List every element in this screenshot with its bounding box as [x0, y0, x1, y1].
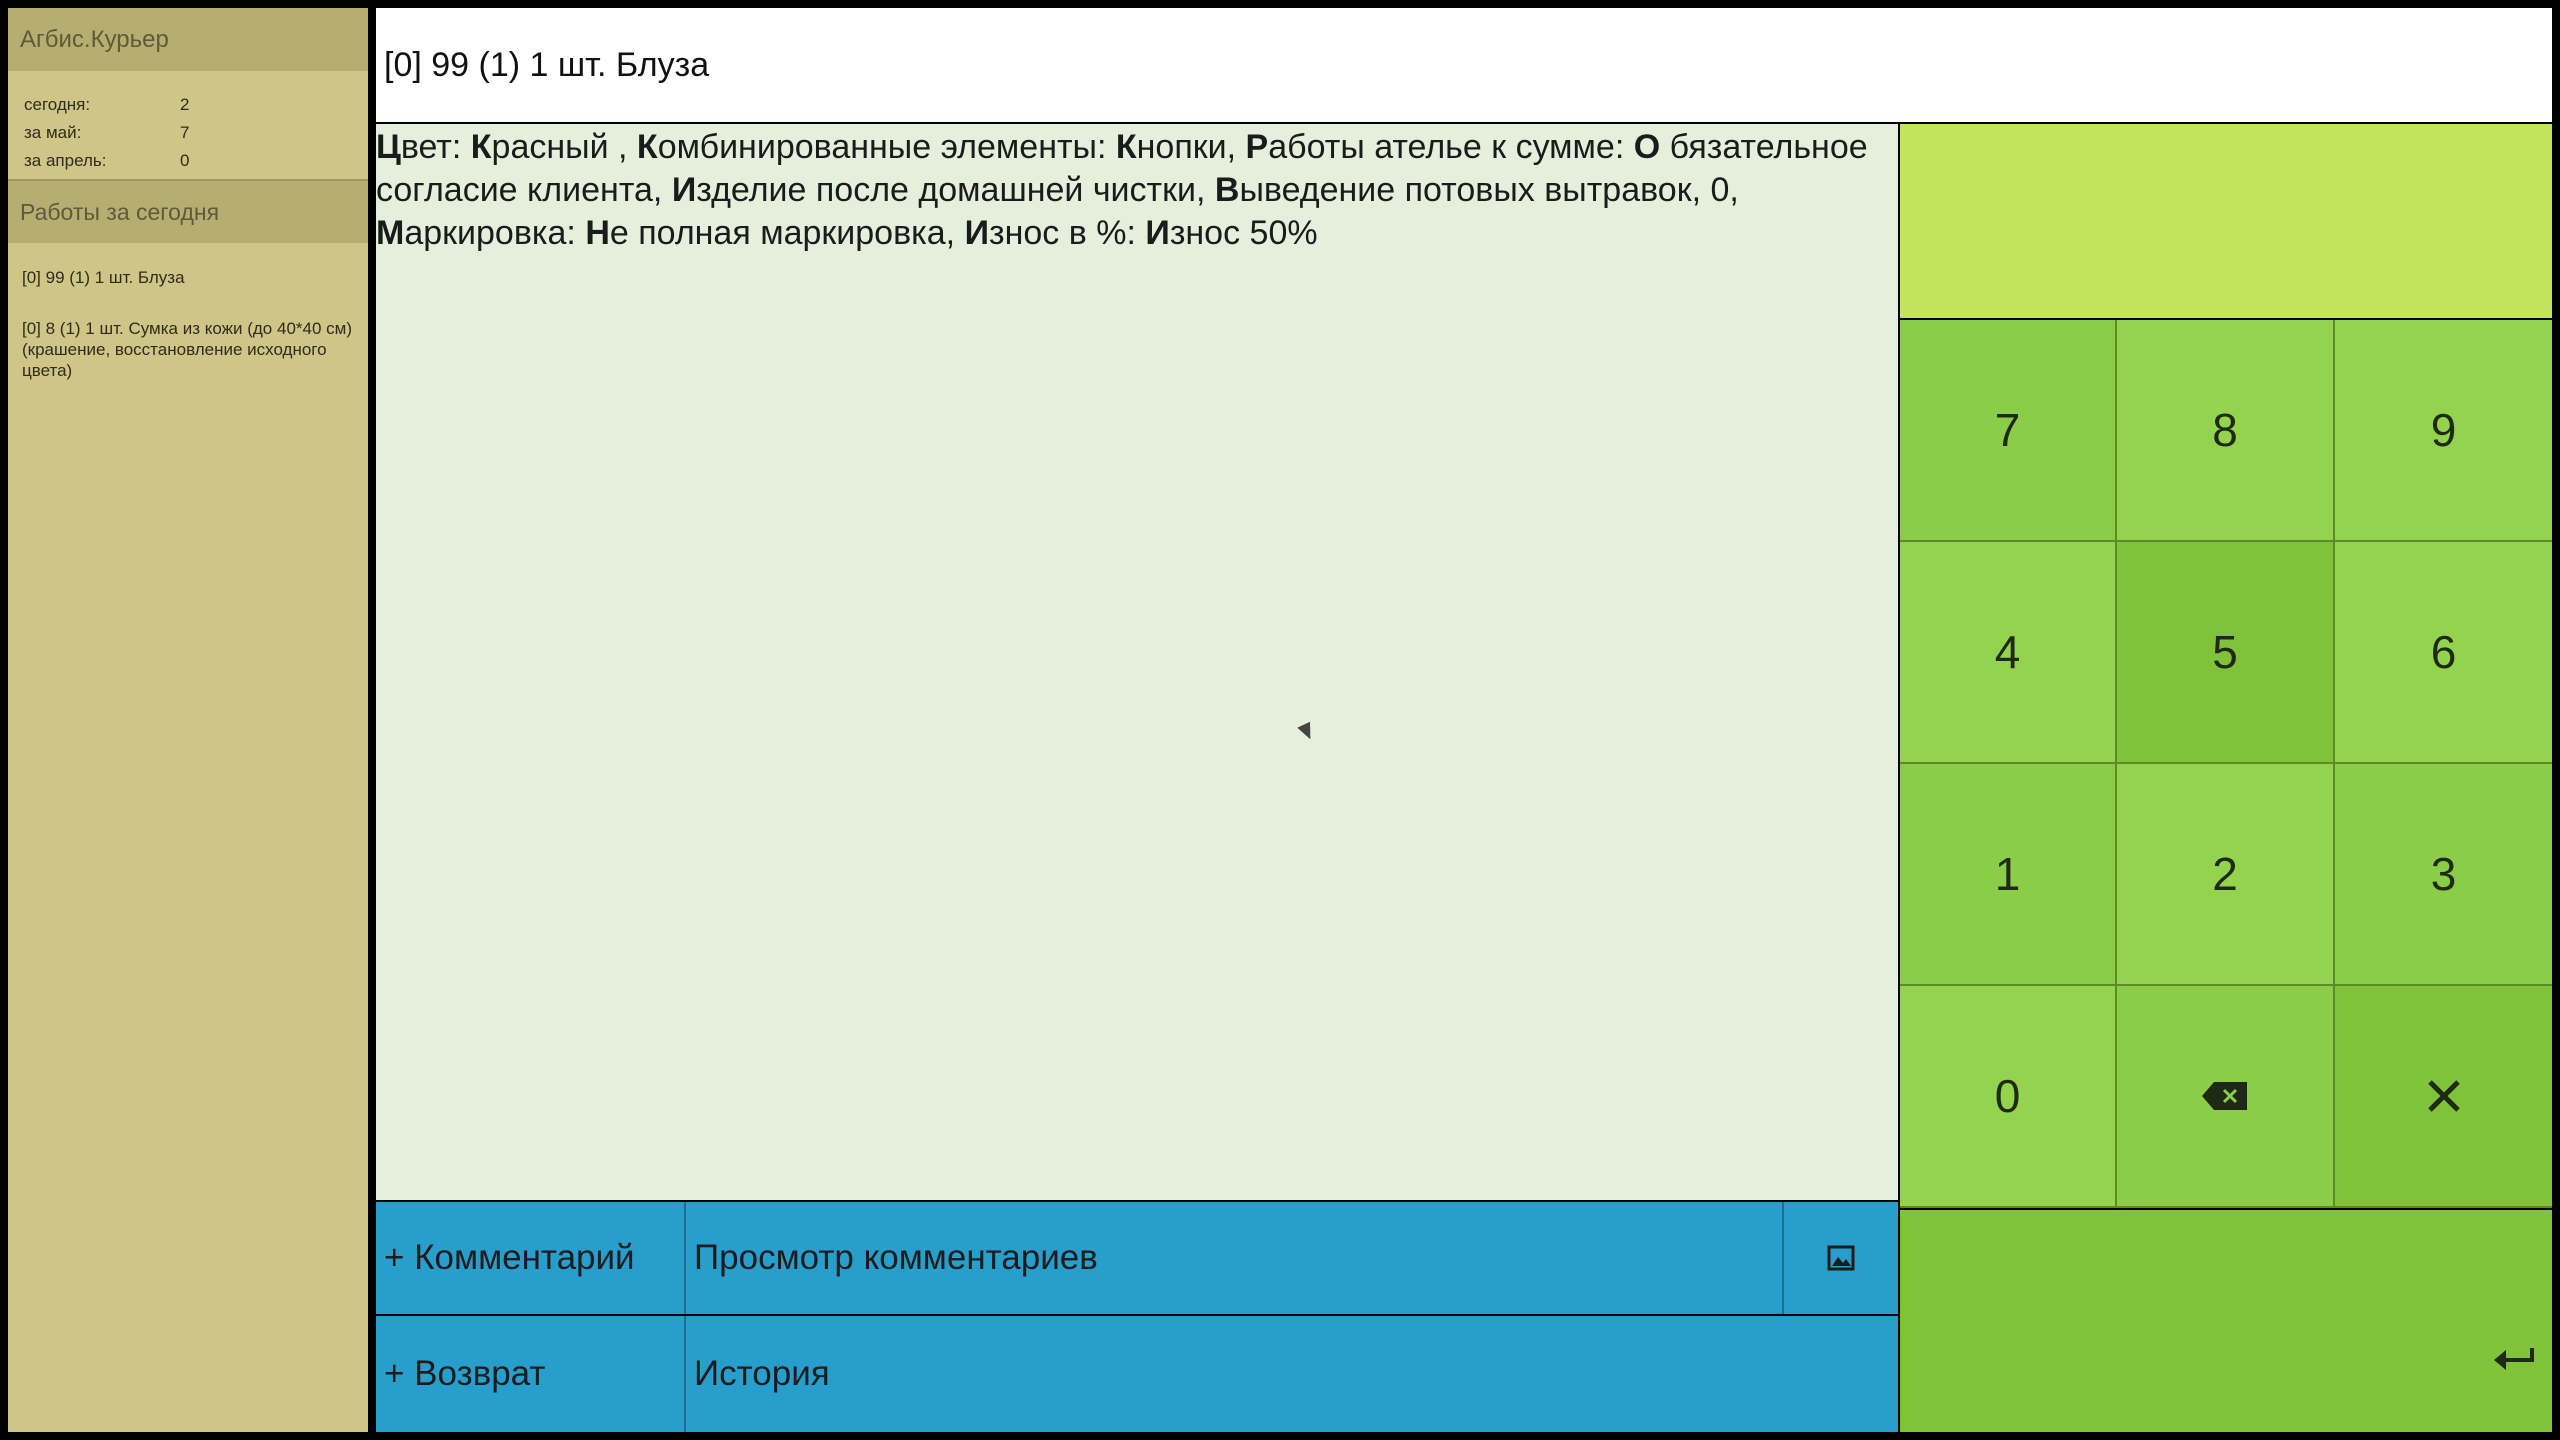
stats-panel: сегодня: 2 за май: 7 за апрель: 0: [8, 71, 368, 181]
work-list: [0] 99 (1) 1 шт. Блуза [0] 8 (1) 1 шт. С…: [8, 243, 368, 381]
key-3[interactable]: 3: [2335, 764, 2552, 986]
action-row-2: + Возврат История: [376, 1316, 1898, 1432]
add-comment-button[interactable]: + Комментарий: [376, 1202, 686, 1314]
description-initial: И: [964, 214, 990, 252]
description-initial: И: [671, 171, 697, 209]
description-text: расный ,: [491, 128, 637, 166]
backspace-icon: [2202, 1082, 2247, 1110]
stat-value: 7: [180, 123, 190, 142]
description-initial: М: [376, 214, 405, 252]
mouse-cursor-icon: [1297, 721, 1317, 743]
key-9[interactable]: 9: [2335, 320, 2552, 542]
stat-label: за май:: [24, 123, 82, 142]
key-4[interactable]: 4: [1900, 542, 2117, 764]
description-initial: К: [1115, 128, 1137, 166]
description-text: ыведение потовых вытравок, 0,: [1239, 171, 1739, 209]
add-return-button[interactable]: + Возврат: [376, 1316, 686, 1432]
key-0[interactable]: 0: [1900, 986, 2117, 1208]
key-5[interactable]: 5: [2117, 542, 2335, 764]
list-item[interactable]: [0] 99 (1) 1 шт. Блуза: [22, 267, 352, 288]
key-2[interactable]: 2: [2117, 764, 2335, 986]
list-item[interactable]: [0] 8 (1) 1 шт. Сумка из кожи (до 40*40 …: [22, 318, 352, 381]
description-text: аркировка:: [404, 214, 586, 252]
item-header: [0] 99 (1) 1 шт. Блуза: [376, 8, 2552, 122]
section-title: Работы за сегодня: [8, 181, 368, 243]
description-initial: Ц: [376, 128, 401, 166]
photo-button[interactable]: [1784, 1202, 1898, 1314]
key-6[interactable]: 6: [2335, 542, 2552, 764]
stat-row-april: за апрель: 0: [24, 147, 368, 175]
clear-key[interactable]: [2335, 986, 2552, 1208]
description-panel: Цвет: Красный , Комбинированные элементы…: [376, 124, 1898, 1200]
image-icon: [1827, 1245, 1855, 1271]
history-button[interactable]: История: [686, 1316, 1898, 1432]
description-text: знос 50%: [1169, 214, 1318, 252]
description-initial: К: [470, 128, 492, 166]
key-7[interactable]: 7: [1900, 320, 2117, 542]
key-1[interactable]: 1: [1900, 764, 2117, 986]
sidebar: Агбис.Курьер сегодня: 2 за май: 7 за апр…: [8, 8, 368, 1432]
item-description: Цвет: Красный , Комбинированные элементы…: [376, 126, 1898, 255]
action-row-1: + Комментарий Просмотр комментариев: [376, 1202, 1898, 1314]
stat-row-today: сегодня: 2: [24, 91, 368, 119]
backspace-key[interactable]: [2117, 986, 2335, 1208]
app-title: Агбис.Курьер: [8, 8, 368, 71]
numeric-keypad: 7 8 9 4 5 6 1 2 3 0: [1900, 320, 2552, 1208]
description-initial: В: [1214, 171, 1240, 209]
keypad-display: [1900, 124, 2552, 318]
description-text: аботы ателье к сумме:: [1268, 128, 1634, 166]
stat-value: 0: [180, 151, 190, 170]
key-8[interactable]: 8: [2117, 320, 2335, 542]
stat-label: сегодня:: [24, 95, 91, 114]
clear-icon: [2427, 1080, 2460, 1112]
description-text: омбинированные элементы:: [657, 128, 1116, 166]
description-initial: Н: [585, 214, 610, 252]
description-text: вет:: [400, 128, 471, 166]
description-text: нопки,: [1136, 128, 1246, 166]
description-initial: И: [1145, 214, 1170, 252]
description-text: е полная маркировка,: [609, 214, 965, 252]
description-text: зделие после домашней чистки,: [696, 171, 1215, 209]
description-text: знос в %:: [989, 214, 1146, 252]
description-initial: О: [1633, 128, 1661, 166]
stat-row-may: за май: 7: [24, 119, 368, 147]
stat-value: 2: [180, 95, 190, 114]
stat-label: за апрель:: [24, 151, 107, 170]
app-window: Агбис.Курьер сегодня: 2 за май: 7 за апр…: [0, 0, 2560, 1440]
description-initial: К: [636, 128, 658, 166]
view-comments-button[interactable]: Просмотр комментариев: [686, 1202, 1784, 1314]
description-initial: Р: [1245, 128, 1269, 166]
enter-icon: [2494, 1348, 2534, 1370]
item-title: [0] 99 (1) 1 шт. Блуза: [384, 45, 710, 84]
enter-button[interactable]: [1900, 1210, 2552, 1432]
